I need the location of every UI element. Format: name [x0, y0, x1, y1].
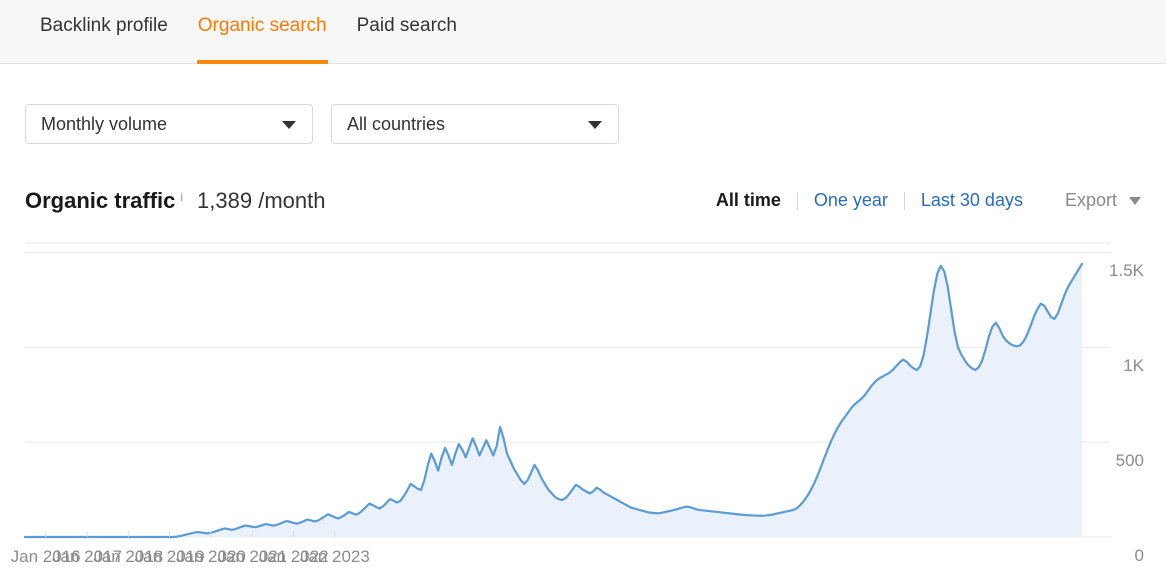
x-axis-tick-label: Jan 2023 [299, 547, 370, 566]
chevron-down-icon [282, 121, 296, 129]
chevron-down-icon [588, 121, 602, 129]
y-axis-tick-label: 0 [1134, 546, 1144, 565]
chevron-down-icon [1129, 196, 1141, 205]
tab-list: Backlink profile Organic search Paid sea… [25, 0, 472, 64]
metric-select-value: Monthly volume [41, 113, 168, 134]
country-select[interactable]: All countries [331, 104, 619, 144]
page-title: Organic traffic [25, 188, 176, 213]
tab-backlink-profile[interactable]: Backlink profile [25, 0, 183, 64]
chart-canvas [23, 242, 1110, 539]
organic-traffic-chart[interactable]: 0 500 1K 1.5K Jan 2016 Jan 2017 Jan 2018 Jan 2… [0, 240, 1166, 582]
metric-select[interactable]: Monthly volume [25, 104, 313, 144]
y-axis-tick-label: 500 [1115, 451, 1144, 471]
tab-label: Paid search [356, 15, 457, 36]
tab-organic-search[interactable]: Organic search [183, 0, 342, 64]
info-icon[interactable]: i [180, 190, 183, 204]
range-controls: All time One year Last 30 days Export [716, 190, 1141, 211]
filter-row: Monthly volume All countries [25, 104, 619, 144]
metric-header-row: Organic traffic i 1,389 /month All time … [25, 188, 1141, 222]
export-button[interactable]: Export [1065, 190, 1141, 211]
metric-summary: Organic traffic i 1,389 /month [25, 188, 325, 214]
y-axis-tick-label: 1K [1123, 356, 1144, 376]
export-label: Export [1064, 190, 1117, 210]
range-one-year[interactable]: One year [798, 190, 904, 211]
country-select-value: All countries [347, 113, 446, 134]
tab-label: Organic search [197, 15, 327, 36]
tab-label: Backlink profile [40, 15, 168, 36]
y-axis-tick-label: 1.5K [1109, 261, 1144, 281]
tab-bar: Backlink profile Organic search Paid sea… [0, 0, 1166, 64]
range-last-30-days[interactable]: Last 30 days [905, 190, 1039, 211]
metric-value: 1,389 /month [197, 188, 326, 213]
tab-paid-search[interactable]: Paid search [342, 0, 472, 64]
range-all-time[interactable]: All time [716, 190, 797, 211]
